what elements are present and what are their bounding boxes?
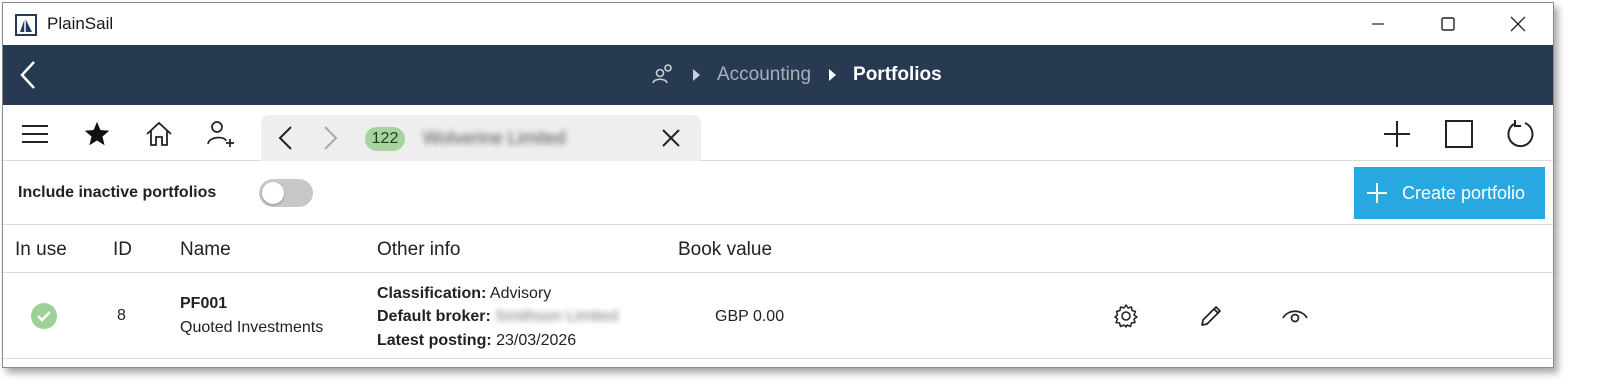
nav-bar: Accounting Portfolios — [3, 45, 1553, 105]
app-logo-icon — [15, 14, 37, 36]
header-book-value[interactable]: Book value — [678, 239, 772, 261]
classification-line: Classification: Advisory — [377, 285, 551, 303]
app-title: PlainSail — [47, 14, 114, 33]
chevron-right-icon[interactable] — [313, 121, 349, 155]
app-window: PlainSail Accounting Portfolios 122 Wolv… — [2, 2, 1554, 368]
back-arrow-icon[interactable] — [11, 58, 45, 92]
posting-value: 23/03/2026 — [496, 332, 577, 349]
refresh-icon[interactable] — [1503, 117, 1539, 151]
posting-label: Latest posting: — [377, 332, 492, 349]
broker-label: Default broker: — [377, 308, 491, 325]
row-name: Quoted Investments — [180, 319, 324, 336]
chevron-left-icon[interactable] — [267, 121, 303, 155]
include-inactive-toggle[interactable] — [259, 179, 313, 207]
plus-icon[interactable] — [1379, 117, 1415, 151]
star-icon[interactable] — [79, 117, 115, 151]
create-portfolio-label: Create portfolio — [1402, 182, 1526, 203]
square-icon[interactable] — [1441, 117, 1477, 151]
classification-value: Advisory — [489, 285, 552, 302]
header-in-use[interactable]: In use — [15, 239, 67, 261]
view-eye-icon[interactable] — [1280, 301, 1310, 331]
close-tab-icon[interactable] — [653, 121, 689, 155]
chevron-right-icon — [829, 69, 837, 81]
breadcrumb: Accounting Portfolios — [651, 45, 942, 105]
settings-gear-icon[interactable] — [1111, 301, 1141, 331]
broker-value: Smithson Limited — [495, 308, 618, 325]
maximize-button[interactable] — [1413, 3, 1483, 45]
table-header: In use ID Name Other info Book value — [3, 225, 1553, 273]
header-other-info[interactable]: Other info — [377, 239, 460, 261]
tab-badge: 122 — [365, 127, 405, 151]
filter-bar: Include inactive portfolios Create portf… — [3, 161, 1553, 225]
table-row[interactable]: 8 PF001 Quoted Investments Classificatio… — [3, 273, 1553, 359]
menu-icon[interactable] — [17, 117, 53, 151]
context-tab[interactable]: 122 Wolverine Limited — [261, 115, 701, 161]
add-user-icon[interactable] — [203, 117, 239, 151]
close-window-button[interactable] — [1483, 3, 1553, 45]
header-name[interactable]: Name — [180, 239, 231, 261]
row-code: PF001 — [180, 295, 228, 312]
header-id[interactable]: ID — [113, 239, 132, 261]
breadcrumb-accounting[interactable]: Accounting — [717, 64, 811, 86]
toolbar: 122 Wolverine Limited — [3, 105, 1553, 161]
people-icon[interactable] — [651, 63, 675, 87]
edit-pencil-icon[interactable] — [1196, 301, 1226, 331]
row-book-value: GBP 0.00 — [715, 308, 785, 325]
row-id: 8 — [117, 307, 126, 324]
title-bar: PlainSail — [3, 3, 1553, 45]
classification-label: Classification: — [377, 285, 487, 302]
broker-line: Default broker: Smithson Limited — [377, 308, 618, 326]
chevron-right-icon — [693, 69, 700, 81]
breadcrumb-portfolios: Portfolios — [853, 64, 942, 85]
plus-icon — [1367, 183, 1387, 203]
include-inactive-label: Include inactive portfolios — [18, 184, 217, 201]
create-portfolio-button[interactable]: Create portfolio — [1354, 167, 1545, 219]
tab-name: Wolverine Limited — [423, 128, 566, 148]
home-icon[interactable] — [141, 117, 177, 151]
minimize-button[interactable] — [1343, 3, 1413, 45]
toggle-knob — [262, 182, 284, 204]
posting-line: Latest posting: 23/03/2026 — [377, 332, 576, 350]
check-icon — [31, 303, 57, 329]
